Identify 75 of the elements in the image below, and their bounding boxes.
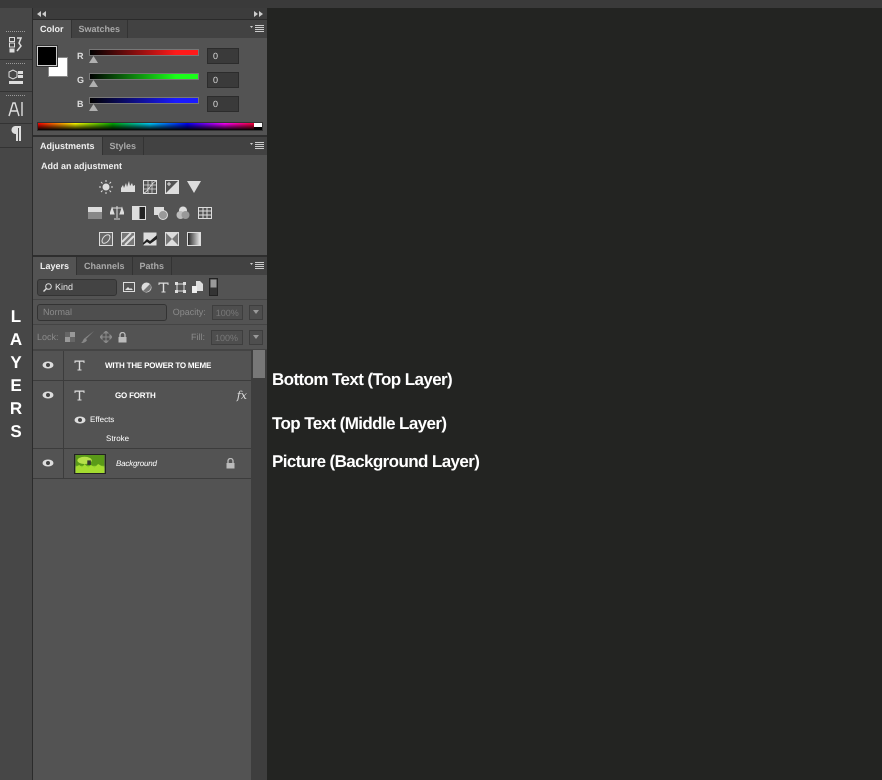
text-layer-icon <box>74 360 85 371</box>
channel-value-field[interactable]: 0 <box>207 48 239 64</box>
annotation-text: Bottom Text (Top Layer) <box>272 370 454 390</box>
filter-dropdown[interactable]: Kind <box>37 278 117 296</box>
panel-tab[interactable]: Swatches <box>72 20 128 38</box>
checkerboard-icon[interactable] <box>64 332 75 342</box>
cube-icon[interactable] <box>8 69 24 85</box>
slider-thumb[interactable] <box>89 56 98 63</box>
layer-name: GO FORTH <box>115 391 156 400</box>
grip-handle[interactable] <box>6 30 26 33</box>
panel-menu-icon[interactable] <box>250 25 264 33</box>
grip-handle[interactable] <box>6 94 26 97</box>
annotation-text: Top Text (Middle Layer) <box>272 414 448 434</box>
panel-tab[interactable]: Paths <box>132 257 172 275</box>
lock-icon <box>118 332 127 342</box>
panel-tab[interactable]: Layers <box>33 257 78 275</box>
scales-icon[interactable] <box>110 206 124 220</box>
search-icon <box>43 282 52 292</box>
color-spectrum[interactable] <box>37 122 263 131</box>
paragraph-icon[interactable] <box>11 126 21 141</box>
fx-label: fx <box>236 389 247 402</box>
triangle-icon[interactable] <box>187 180 201 194</box>
slider-thumb[interactable] <box>89 104 98 111</box>
exposure-icon[interactable] <box>165 180 179 194</box>
threshold-icon[interactable] <box>143 232 157 246</box>
image-filter-icon[interactable] <box>123 282 135 292</box>
filter-toggle[interactable] <box>209 278 218 296</box>
invert-icon[interactable] <box>99 232 113 246</box>
character-icon[interactable] <box>8 101 24 117</box>
eye-icon[interactable] <box>42 361 54 369</box>
text-layer-icon <box>74 390 85 401</box>
slider-thumb[interactable] <box>89 80 98 87</box>
grip-handle[interactable] <box>6 62 26 65</box>
channel-label: G <box>77 75 85 85</box>
vertical-label: LAYERS <box>8 306 24 443</box>
collapse-left-icon[interactable] <box>37 10 46 16</box>
circles-icon[interactable] <box>176 206 190 220</box>
hourglass-icon[interactable] <box>165 232 179 246</box>
history-icon[interactable] <box>9 37 23 53</box>
collapse-right-icon[interactable] <box>254 10 263 16</box>
adjustment-filter-icon[interactable] <box>141 282 152 292</box>
gradient-bar-icon[interactable] <box>88 206 102 220</box>
camera-icon[interactable] <box>154 206 168 220</box>
layer-row[interactable]: WITH THE POWER TO MEME <box>33 351 251 381</box>
grid-icon[interactable] <box>198 206 212 220</box>
eye-icon[interactable] <box>42 459 54 467</box>
channel-label: R <box>77 51 84 61</box>
eye-icon[interactable] <box>74 416 86 424</box>
brightness-icon[interactable] <box>99 180 113 194</box>
channel-label: B <box>77 99 84 109</box>
layer-row[interactable]: GO FORTH fx Effects Stroke <box>33 381 251 449</box>
curves-icon[interactable] <box>143 180 157 194</box>
panel-menu-icon[interactable] <box>250 262 264 270</box>
panel-heading: Add an adjustment <box>41 161 124 171</box>
smart-object-filter-icon[interactable] <box>192 281 203 293</box>
layer-name: Background <box>116 459 157 468</box>
eye-icon[interactable] <box>42 391 54 399</box>
type-filter-icon[interactable] <box>158 282 169 292</box>
levels-icon[interactable] <box>121 180 135 194</box>
effects-label: Effects <box>90 415 114 424</box>
contrast-square-icon[interactable] <box>132 206 146 220</box>
panel-tab[interactable]: Color <box>33 20 72 38</box>
panel-tab[interactable]: Adjustments <box>33 137 103 155</box>
layer-row[interactable]: Background <box>33 449 251 479</box>
channel-value-field[interactable]: 0 <box>207 72 239 88</box>
panel-menu-icon[interactable] <box>250 142 264 150</box>
channel-value-field[interactable]: 0 <box>207 96 239 112</box>
annotation-text: Picture (Background Layer) <box>272 452 480 472</box>
color-swatches[interactable] <box>37 46 69 80</box>
layer-name: WITH THE POWER TO MEME <box>105 361 212 370</box>
stripes-icon[interactable] <box>121 232 135 246</box>
shape-filter-icon[interactable] <box>175 282 186 292</box>
panel-tab[interactable]: Styles <box>102 137 144 155</box>
effect-name: Stroke <box>106 434 130 443</box>
gradient-square-icon[interactable] <box>187 232 201 246</box>
